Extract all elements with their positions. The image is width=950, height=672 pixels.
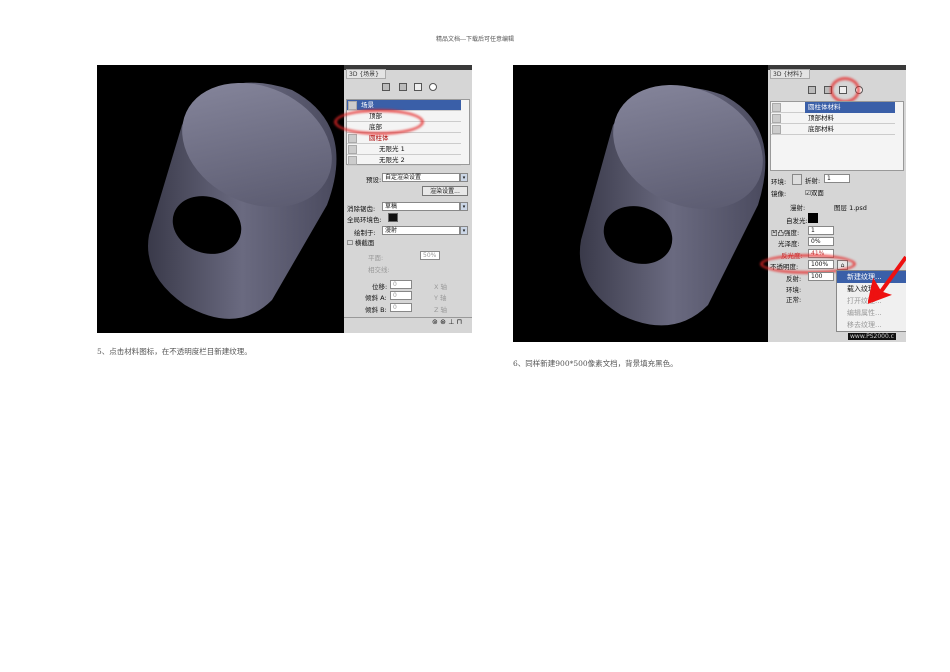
3d-material-panel: 3D {材料} 圆柱体材料 顶部材料 底部材料 环境: 折射: 1 镜像: ☑双… (760, 65, 906, 342)
tree-item[interactable]: 圆柱体 (347, 133, 461, 144)
mesh-icon[interactable] (399, 83, 407, 91)
bump-input[interactable]: 1 (808, 226, 834, 235)
material-list: 圆柱体材料 顶部材料 底部材料 (770, 101, 904, 171)
light-icon[interactable] (429, 83, 437, 91)
cross-section-checkbox[interactable]: ☐ 横截面 (347, 237, 374, 247)
menu-edit-properties[interactable]: 编辑属性... (837, 307, 906, 319)
emissive-swatch[interactable] (808, 213, 818, 223)
tilt-b-input[interactable]: 0 (390, 303, 412, 312)
tree-item[interactable]: 无限光 2 (347, 155, 461, 166)
watermark: www.PS2000.c (848, 333, 896, 340)
preset-select[interactable]: 自定渲染设置 (382, 173, 460, 182)
panel-tab[interactable]: 3D {材料} (770, 69, 810, 79)
double-sided-checkbox[interactable]: ☑双面 (805, 187, 824, 197)
panel-footer: ⊚ ⊛ ⊥ ⊓ (344, 317, 472, 327)
tilt-a-input[interactable]: 0 (390, 291, 412, 300)
screenshot-material-panel: 3D {材料} 圆柱体材料 顶部材料 底部材料 环境: 折射: 1 镜像: ☑双… (513, 65, 906, 342)
red-arrow-icon (868, 255, 906, 304)
highlight-ring (830, 77, 860, 103)
panel-tab[interactable]: 3D {场景} (346, 69, 386, 79)
scene-icon[interactable] (808, 86, 816, 94)
render-settings-button[interactable]: 渲染设置... (422, 186, 468, 196)
caption-step-6: 6、同样新建900*500像素文档，背景填充黑色。 (513, 359, 678, 368)
gloss-input[interactable]: 0% (808, 237, 834, 246)
draw-on-select[interactable]: 漫射 (382, 226, 460, 235)
antialias-select[interactable]: 草稿 (382, 202, 460, 211)
material-item[interactable]: 顶部材料 (771, 113, 895, 124)
scene-icon[interactable] (382, 83, 390, 91)
material-icon[interactable] (414, 83, 422, 91)
screenshot-scene-panel: 3D {场景} 场景 顶部 底部 圆柱体 无限光 1 无限光 2 预设: 自定渲… (97, 65, 472, 333)
highlight-ring (334, 109, 424, 135)
page-header: 精品文档---下载后可任意编辑 (435, 36, 515, 43)
reflection-input[interactable]: 100 (808, 272, 834, 281)
cylinder-image (148, 82, 337, 319)
caption-step-5: 5、点击材料图标，在不透明度栏目新建纹理。 (97, 347, 252, 356)
material-item[interactable]: 圆柱体材料 (771, 102, 895, 113)
ambient-color-swatch[interactable] (388, 213, 398, 222)
3d-scene-panel: 3D {场景} 场景 顶部 底部 圆柱体 无限光 1 无限光 2 预设: 自定渲… (334, 65, 472, 333)
refraction-input[interactable]: 1 (824, 174, 850, 183)
tree-item[interactable]: 无限光 1 (347, 144, 461, 155)
offset-input[interactable]: 0 (390, 280, 412, 289)
env-texture-slot[interactable] (792, 174, 802, 185)
plane-opacity-input[interactable]: 50% (420, 251, 440, 260)
material-item[interactable]: 底部材料 (771, 124, 895, 135)
cylinder-image (579, 84, 766, 326)
menu-remove-texture[interactable]: 移去纹理... (837, 319, 906, 331)
